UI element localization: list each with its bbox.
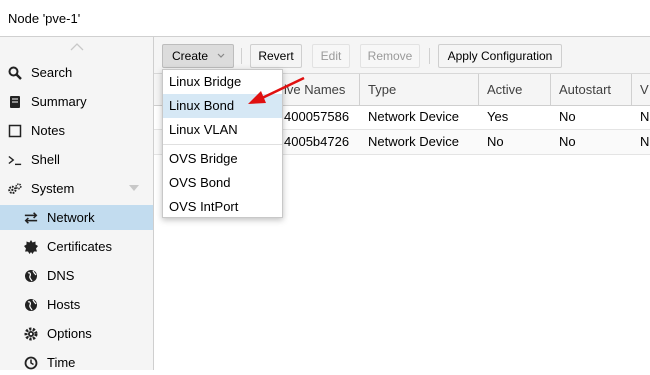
clock-icon [24, 356, 38, 370]
sidebar-item-time[interactable]: Time [0, 350, 153, 375]
chevron-down-icon[interactable] [129, 185, 139, 191]
sidebar-item-label: Network [47, 210, 95, 225]
window-titlebar: Node 'pve-1' [0, 0, 650, 37]
sidebar-item-label: Time [47, 355, 76, 370]
sidebar-item-label: Summary [31, 94, 87, 109]
terminal-icon [8, 153, 22, 167]
sidebar-item-options[interactable]: Options [0, 321, 153, 346]
sidebar-item-notes[interactable]: Notes [0, 118, 153, 143]
revert-button[interactable]: Revert [250, 44, 302, 68]
menu-separator [163, 144, 282, 145]
cell-active: Yes [487, 109, 509, 124]
globe-icon [24, 269, 38, 283]
create-button[interactable]: Create [162, 44, 234, 68]
menu-item-ovs-bond[interactable]: OVS Bond [163, 171, 282, 195]
create-button-label: Create [172, 49, 209, 63]
edit-button[interactable]: Edit [312, 44, 350, 68]
sidebar-item-certificates[interactable]: Certificates [0, 234, 153, 259]
cell-type: Network Device [368, 134, 460, 149]
sidebar-item-label: Notes [31, 123, 65, 138]
gear-icon [24, 327, 38, 341]
menu-item-linux-vlan[interactable]: Linux VLAN [163, 118, 282, 142]
chevron-up-icon[interactable] [70, 43, 84, 51]
certificate-icon [24, 239, 38, 254]
sidebar-item-label: Options [47, 326, 92, 341]
toolbar-separator [241, 48, 242, 64]
sidebar-item-label: Certificates [47, 239, 113, 254]
network-exchange-icon [24, 211, 38, 225]
column-header-autostart[interactable]: Autostart [551, 74, 632, 105]
search-icon [8, 66, 22, 80]
cell-active: No [487, 134, 504, 149]
apply-configuration-button[interactable]: Apply Configuration [438, 44, 562, 68]
sidebar-item-shell[interactable]: Shell [0, 147, 153, 172]
cell-names: 4005b4726 [284, 134, 350, 149]
column-header-v[interactable]: V [632, 74, 650, 105]
sidebar-item-hosts[interactable]: Hosts [0, 292, 153, 317]
sidebar-item-system[interactable]: System [0, 176, 153, 201]
cell-v: N [640, 134, 650, 149]
toolbar-separator [429, 48, 430, 64]
sidebar-item-search[interactable]: Search [0, 60, 153, 85]
window-title: Node 'pve-1' [8, 11, 81, 26]
sidebar-item-network[interactable]: Network [0, 205, 153, 230]
note-icon [8, 124, 22, 138]
cell-autostart: No [559, 134, 576, 149]
column-header-type[interactable]: Type [360, 74, 479, 105]
sidebar-item-label: System [31, 181, 75, 196]
menu-item-ovs-intport[interactable]: OVS IntPort [163, 195, 282, 219]
sidebar-item-label: DNS [47, 268, 75, 283]
sidebar-item-summary[interactable]: Summary [0, 89, 153, 114]
remove-button[interactable]: Remove [360, 44, 420, 68]
column-header-active[interactable]: Active [479, 74, 551, 105]
sidebar-item-label: Search [31, 65, 73, 80]
cogs-icon [8, 182, 22, 196]
book-icon [8, 95, 22, 109]
cell-autostart: No [559, 109, 576, 124]
sidebar-item-label: Hosts [47, 297, 81, 312]
menu-item-ovs-bridge[interactable]: OVS Bridge [163, 147, 282, 171]
sidebar-item-dns[interactable]: DNS [0, 263, 153, 288]
sidebar: Search Summary Notes Shell System Networ… [0, 37, 154, 370]
cell-type: Network Device [368, 109, 460, 124]
annotation-arrow-icon [248, 76, 305, 104]
globe-icon [24, 298, 38, 312]
sidebar-item-label: Shell [31, 152, 60, 167]
cell-v: N [640, 109, 650, 124]
